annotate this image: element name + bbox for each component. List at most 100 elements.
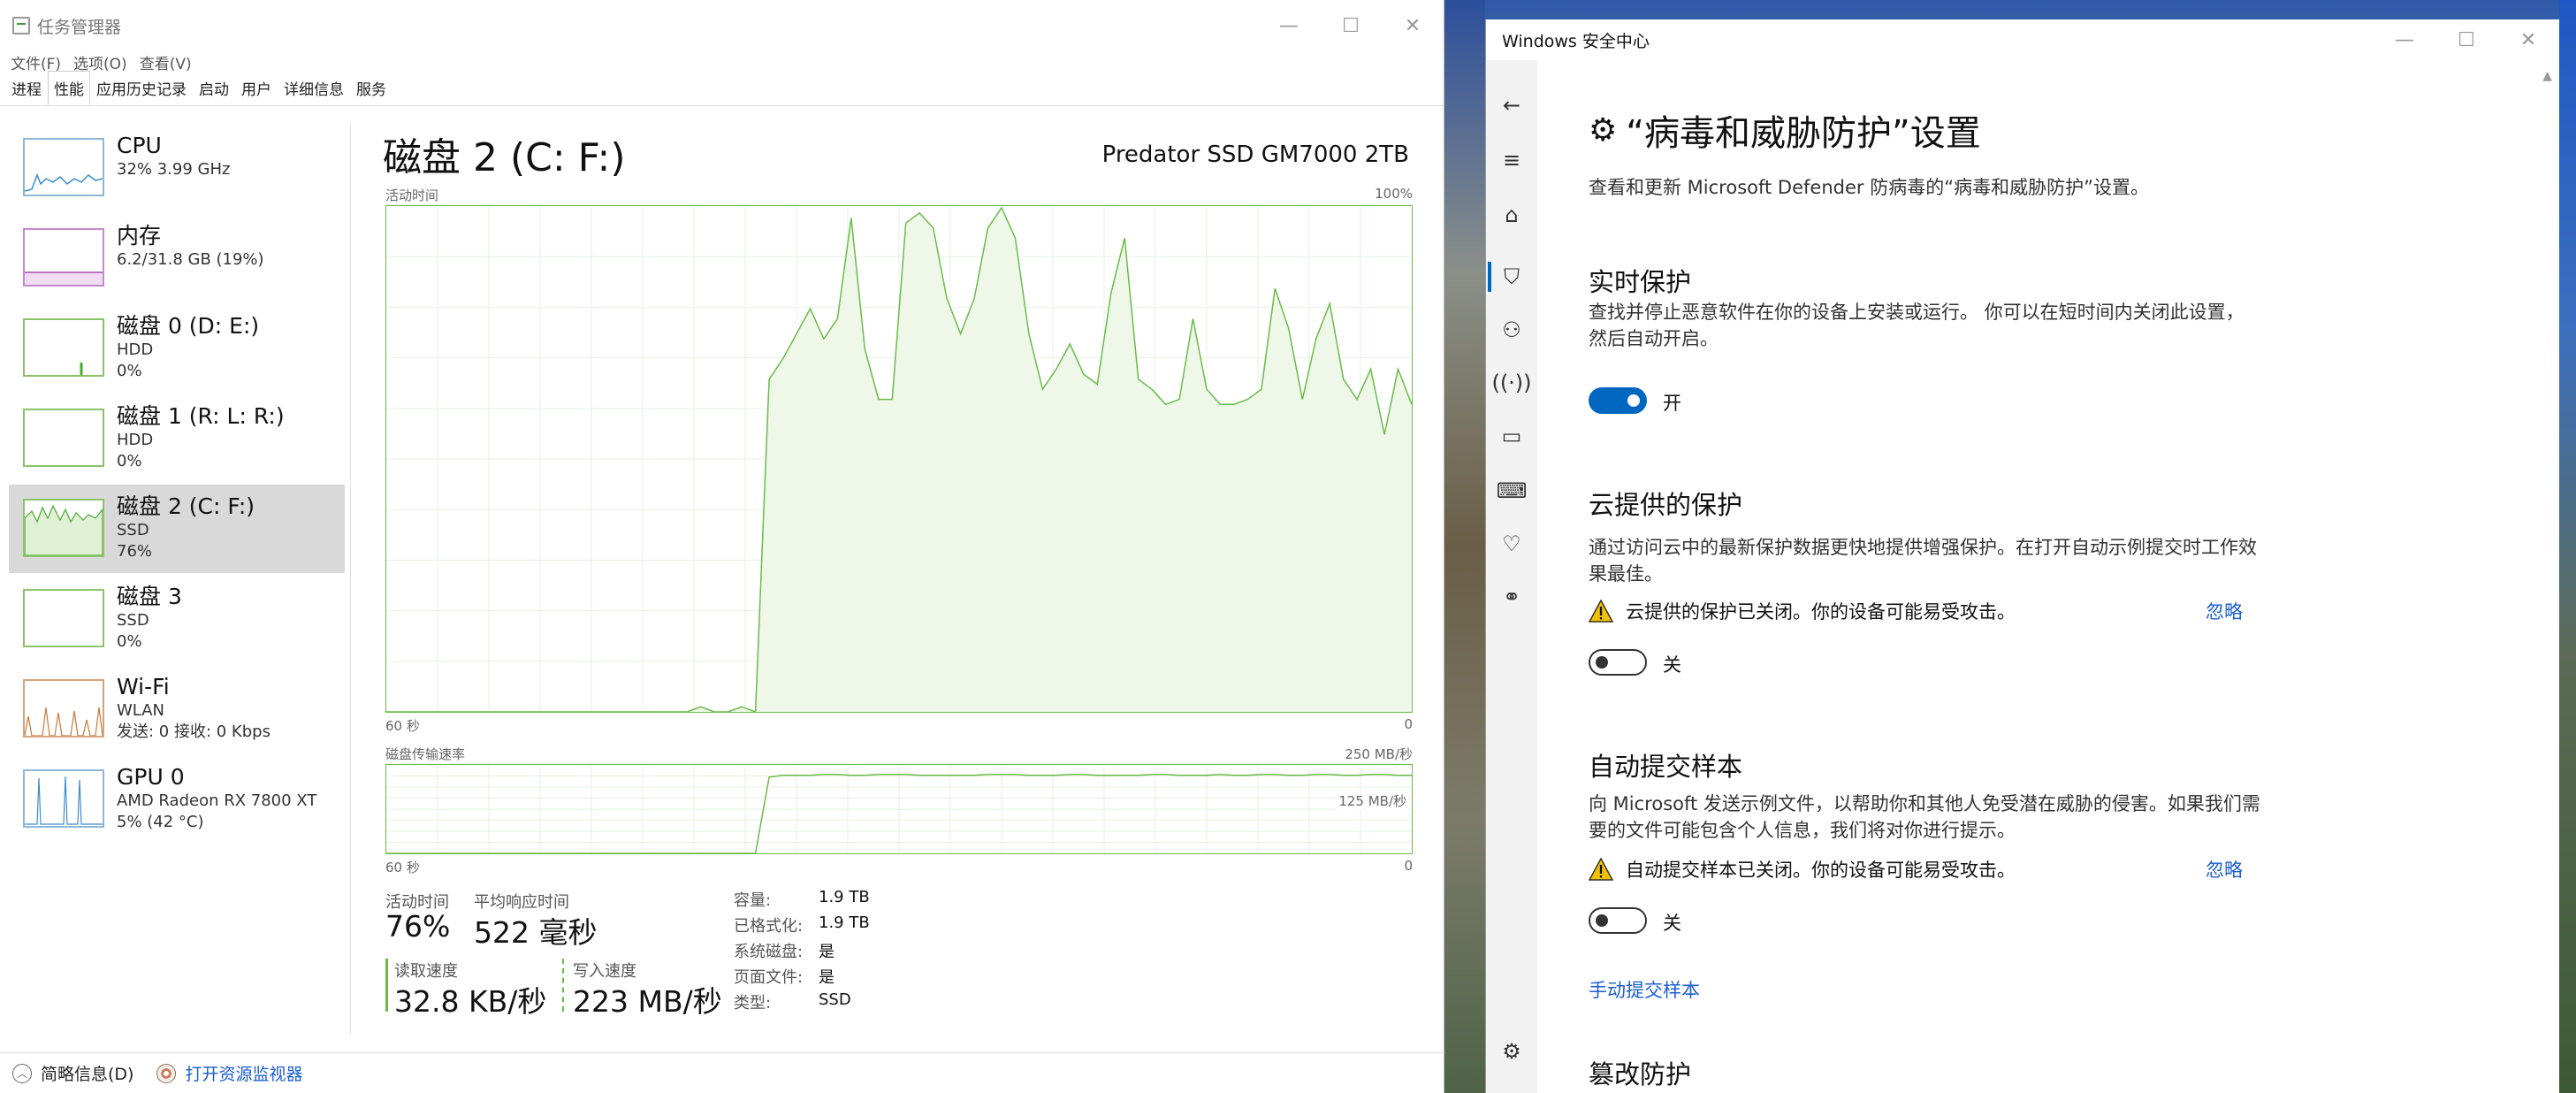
sidebar-value: 76% bbox=[117, 542, 153, 561]
device-security-laptop-icon[interactable]: ⌨ bbox=[1497, 476, 1528, 506]
realtime-protection-title: 实时保护 bbox=[1589, 267, 1692, 297]
sidebar-item-disk-0[interactable]: 磁盘 0 (D: E:) HDD 0% bbox=[9, 304, 345, 393]
graph2-x-right: 0 bbox=[1404, 858, 1413, 874]
sidebar-item-cpu[interactable]: CPU 32% 3.99 GHz bbox=[9, 124, 345, 212]
sidebar-title: 内存 bbox=[117, 223, 162, 248]
nav-selection-indicator bbox=[1488, 262, 1491, 292]
sidebar-item-disk-2[interactable]: 磁盘 2 (C: F:) SSD 76% bbox=[9, 485, 345, 573]
prop-type-label: 类型: bbox=[734, 994, 772, 1013]
disk0-thumbnail-graph bbox=[23, 318, 104, 377]
sidebar-value: 发送: 0 接收: 0 Kbps bbox=[117, 722, 271, 741]
auto-sample-title: 自动提交样本 bbox=[1589, 752, 1743, 782]
minimize-icon[interactable]: — bbox=[2374, 19, 2435, 60]
open-resource-monitor-link[interactable]: 打开资源监视器 bbox=[185, 1061, 302, 1085]
transfer-rate-plot bbox=[386, 765, 1412, 854]
cloud-warning-text: 云提供的保护已关闭。你的设备可能易受攻击。 bbox=[1626, 601, 2016, 623]
realtime-protection-desc: 查找并停止恶意软件在你的设备上安装或运行。 你可以在短时间内关闭此设置，然后自动… bbox=[1589, 302, 2244, 349]
close-icon[interactable]: ✕ bbox=[1382, 0, 1444, 51]
scroll-up-arrow-icon[interactable]: ▲ bbox=[2542, 69, 2552, 83]
sidebar-item-memory[interactable]: 内存 6.2/31.8 GB (19%) bbox=[9, 214, 345, 302]
wifi-thumbnail-graph bbox=[23, 679, 104, 738]
tab-startup[interactable]: 启动 bbox=[193, 71, 235, 105]
sidebar-subtitle: WLAN bbox=[117, 701, 165, 720]
auto-sample-toggle[interactable] bbox=[1589, 907, 1647, 934]
chevron-up-icon[interactable]: ︿ bbox=[12, 1063, 32, 1083]
sidebar-subtitle: SSD bbox=[117, 521, 149, 539]
sidebar-subtitle: SSD bbox=[117, 611, 149, 630]
write-speed-value: 223 MB/秒 bbox=[573, 984, 722, 1019]
tab-processes[interactable]: 进程 bbox=[5, 71, 48, 105]
tab-services[interactable]: 服务 bbox=[350, 71, 392, 105]
write-speed-indicator bbox=[562, 959, 564, 1012]
gears-icon: ⚙ bbox=[1589, 111, 1618, 149]
memory-thumbnail-graph bbox=[23, 228, 104, 287]
graph1-x-left: 60 秒 bbox=[385, 718, 420, 734]
graph2-mid-label: 125 MB/秒 bbox=[1337, 791, 1408, 810]
activity-time-plot bbox=[386, 206, 1413, 714]
tm-titlebar[interactable]: 任务管理器 bbox=[0, 0, 1444, 51]
device-health-heart-icon[interactable]: ♡ bbox=[1497, 529, 1527, 559]
back-arrow-icon[interactable]: ← bbox=[1497, 90, 1527, 120]
brief-info-button[interactable]: 简略信息(D) bbox=[41, 1061, 133, 1085]
graph2-max-label: 250 MB/秒 bbox=[1345, 746, 1413, 762]
graph2-label: 磁盘传输速率 bbox=[385, 746, 466, 762]
home-icon[interactable]: ⌂ bbox=[1497, 200, 1527, 230]
tab-app-history[interactable]: 应用历史记录 bbox=[90, 71, 193, 105]
cloud-ignore-link[interactable]: 忽略 bbox=[2206, 598, 2243, 624]
ws-window-title: Windows 安全中心 bbox=[1502, 31, 1650, 51]
warning-triangle-icon bbox=[1589, 600, 1613, 623]
maximize-icon[interactable]: ☐ bbox=[1320, 0, 1382, 51]
sidebar-title: GPU 0 bbox=[117, 764, 185, 790]
cloud-protection-title: 云提供的保护 bbox=[1589, 490, 1743, 520]
prop-type-value: SSD bbox=[819, 990, 851, 1009]
hamburger-menu-icon[interactable]: ≡ bbox=[1497, 145, 1527, 175]
toggle-knob bbox=[1596, 914, 1608, 927]
realtime-protection-toggle[interactable] bbox=[1589, 387, 1647, 414]
tab-users[interactable]: 用户 bbox=[235, 71, 278, 105]
tab-details[interactable]: 详细信息 bbox=[278, 71, 350, 105]
shield-icon[interactable]: ⛉ bbox=[1497, 262, 1527, 292]
sidebar-subtitle: HDD bbox=[117, 340, 154, 359]
family-options-icon[interactable]: ⚭ bbox=[1497, 582, 1527, 612]
disk1-thumbnail-graph bbox=[23, 409, 104, 467]
graph1-max-label: 100% bbox=[1375, 186, 1413, 202]
sidebar-item-disk-3[interactable]: 磁盘 3 SSD 0% bbox=[9, 575, 345, 663]
realtime-toggle-state: 开 bbox=[1663, 393, 1681, 414]
close-icon[interactable]: ✕ bbox=[2497, 19, 2559, 60]
sample-warning-text: 自动提交样本已关闭。你的设备可能易受攻击。 bbox=[1626, 860, 2016, 881]
prop-formatted-label: 已格式化: bbox=[734, 917, 804, 936]
sidebar-item-wifi[interactable]: Wi-Fi WLAN 发送: 0 接收: 0 Kbps bbox=[9, 665, 345, 753]
menu-file[interactable]: 文件(F) bbox=[11, 51, 61, 73]
windows-security-window: Windows 安全中心 — ☐ ✕ ← ≡ ⌂ ⛉ ⚇ ((·)) ▭ ⌨ ♡… bbox=[1485, 19, 2559, 1093]
menu-options[interactable]: 选项(O) bbox=[73, 51, 127, 73]
sidebar-item-gpu-0[interactable]: GPU 0 AMD Radeon RX 7800 XT 5% (42 °C) bbox=[9, 755, 345, 844]
maximize-icon[interactable]: ☐ bbox=[2435, 19, 2497, 60]
toggle-knob bbox=[1596, 656, 1608, 669]
transfer-rate-graph: 125 MB/秒 bbox=[385, 764, 1413, 854]
page-intro: 查看和更新 Microsoft Defender 防病毒的“病毒和威胁防护”设置… bbox=[1589, 177, 2149, 198]
firewall-network-icon[interactable]: ((·)) bbox=[1491, 368, 1531, 398]
sidebar-title: 磁盘 3 bbox=[117, 584, 182, 609]
menu-view[interactable]: 查看(V) bbox=[140, 51, 192, 73]
minimize-icon[interactable]: — bbox=[1258, 0, 1320, 51]
prop-page-file-value: 是 bbox=[819, 968, 835, 987]
prop-capacity-label: 容量: bbox=[734, 891, 772, 910]
tab-performance[interactable]: 性能 bbox=[48, 71, 90, 105]
cloud-toggle-state: 关 bbox=[1663, 654, 1681, 676]
read-speed-indicator bbox=[385, 959, 388, 1012]
prop-formatted-value: 1.9 TB bbox=[819, 913, 870, 932]
task-manager-window: 任务管理器 — ☐ ✕ 文件(F) 选项(O) 查看(V) 进程 性能 应用历史… bbox=[0, 0, 1444, 1093]
app-browser-control-icon[interactable]: ▭ bbox=[1497, 421, 1527, 451]
settings-gear-icon[interactable]: ⚙ bbox=[1497, 1036, 1527, 1066]
toggle-knob bbox=[1627, 394, 1640, 407]
active-time-value: 76% bbox=[385, 909, 451, 944]
manual-submit-sample-link[interactable]: 手动提交样本 bbox=[1589, 976, 1700, 1003]
sidebar-divider[interactable] bbox=[350, 124, 351, 1035]
desktop-wallpaper-edge bbox=[2559, 0, 2576, 1093]
cloud-protection-toggle[interactable] bbox=[1589, 649, 1647, 676]
account-person-icon[interactable]: ⚇ bbox=[1497, 315, 1527, 345]
cloud-protection-desc: 通过访问云中的最新保护数据更快地提供增强保护。在打开自动示例提交时工作效果最佳。 bbox=[1589, 537, 2257, 585]
gpu-thumbnail-graph bbox=[23, 769, 104, 828]
sidebar-item-disk-1[interactable]: 磁盘 1 (R: L: R:) HDD 0% bbox=[9, 394, 345, 483]
sample-ignore-link[interactable]: 忽略 bbox=[2206, 856, 2243, 883]
